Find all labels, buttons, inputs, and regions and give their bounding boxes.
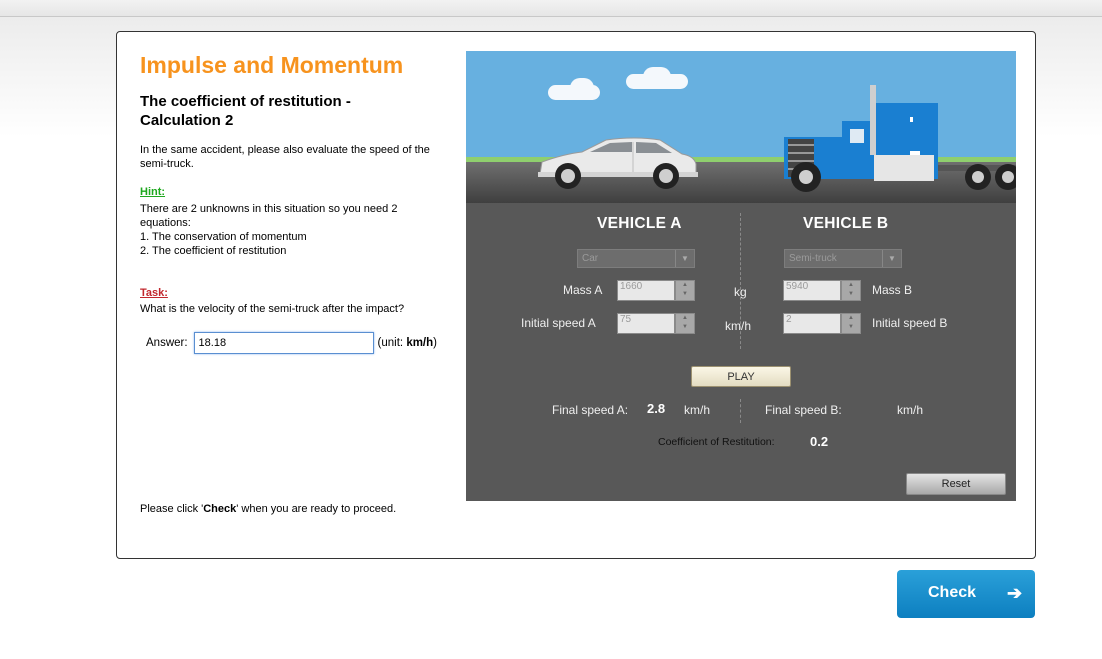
final-speed-a-value: 2.8 <box>647 401 666 416</box>
initial-speed-a-stepper[interactable]: ▲ ▼ <box>675 313 695 334</box>
hint-line: 2. The coefficient of restitution <box>140 245 287 257</box>
initial-speed-a-input[interactable]: 75 <box>617 313 675 334</box>
cloud-icon <box>643 67 671 87</box>
mass-a-label: Mass A <box>563 283 603 297</box>
final-speed-b-unit: km/h <box>897 403 924 417</box>
arrow-right-icon: ➔ <box>1007 583 1023 603</box>
mass-b-stepper[interactable]: ▲ ▼ <box>841 280 861 301</box>
vehicle-a-heading: VEHICLE A <box>597 215 682 232</box>
browser-top-bar <box>0 0 1102 17</box>
vehicle-a-type-select[interactable]: Car ▼ <box>577 249 695 268</box>
play-button[interactable]: PLAY <box>691 366 791 387</box>
reset-button[interactable]: Reset <box>906 473 1006 495</box>
coefficient-value: 0.2 <box>810 434 829 449</box>
simulation-scene <box>466 51 1016 203</box>
mass-unit: kg <box>734 285 747 299</box>
lesson-intro: In the same accident, please also evalua… <box>140 144 430 170</box>
mass-a-input[interactable]: 1660 <box>617 280 675 301</box>
initial-speed-b-input[interactable]: 2 <box>783 313 841 334</box>
hint-line: There are 2 unknowns in this situation s… <box>140 203 398 229</box>
initial-speed-b-stepper[interactable]: ▲ ▼ <box>841 313 861 334</box>
lesson-card: Impulse and Momentum The coefficient of … <box>116 31 1036 559</box>
hint-label: Hint: <box>140 186 166 198</box>
task-text: What is the velocity of the semi-truck a… <box>140 303 405 315</box>
control-panel: VEHICLE A VEHICLE B Car ▼ Semi-truck ▼ M… <box>466 203 1016 501</box>
hint-line: 1. The conservation of momentum <box>140 231 307 243</box>
mass-b-input[interactable]: 5940 <box>783 280 841 301</box>
vehicle-a-type-value: Car <box>582 253 599 264</box>
semi-truck-icon <box>784 85 1016 192</box>
lesson-subtitle: The coefficient of restitution - Calcula… <box>140 93 351 129</box>
final-speed-a-unit: km/h <box>684 403 711 417</box>
check-button-label: Check <box>928 584 977 601</box>
mass-b-label: Mass B <box>872 283 913 297</box>
initial-speed-a-label: Initial speed A <box>521 316 596 330</box>
mass-a-stepper[interactable]: ▲ ▼ <box>675 280 695 301</box>
panel-divider <box>740 399 741 423</box>
final-speed-b-label: Final speed B: <box>765 403 842 417</box>
answer-input[interactable] <box>193 332 374 354</box>
speed-unit: km/h <box>725 319 752 333</box>
proceed-instruction: Please click 'Check' when you are ready … <box>140 503 397 515</box>
car-icon <box>538 137 698 189</box>
chevron-down-icon: ▼ <box>882 250 901 267</box>
cloud-icon <box>570 78 594 98</box>
check-button[interactable]: Check ➔ <box>897 570 1035 618</box>
final-speed-a-label: Final speed A: <box>552 403 629 417</box>
coefficient-label: Coefficient of Restitution: <box>658 436 775 448</box>
vehicle-b-heading: VEHICLE B <box>803 215 889 232</box>
initial-speed-b-label: Initial speed B <box>872 316 948 330</box>
answer-unit: (unit: km/h) <box>377 337 437 349</box>
answer-row: Answer: (unit: km/h) <box>146 331 437 355</box>
task-label: Task: <box>140 287 168 299</box>
chevron-down-icon: ▼ <box>675 250 694 267</box>
hint-text: There are 2 unknowns in this situation s… <box>140 202 440 258</box>
collision-simulation: VEHICLE A VEHICLE B Car ▼ Semi-truck ▼ M… <box>466 51 1016 501</box>
vehicle-b-type-select[interactable]: Semi-truck ▼ <box>784 249 902 268</box>
lesson-title: Impulse and Momentum <box>140 52 404 78</box>
vehicle-b-type-value: Semi-truck <box>789 253 837 264</box>
answer-label: Answer: <box>146 337 188 349</box>
